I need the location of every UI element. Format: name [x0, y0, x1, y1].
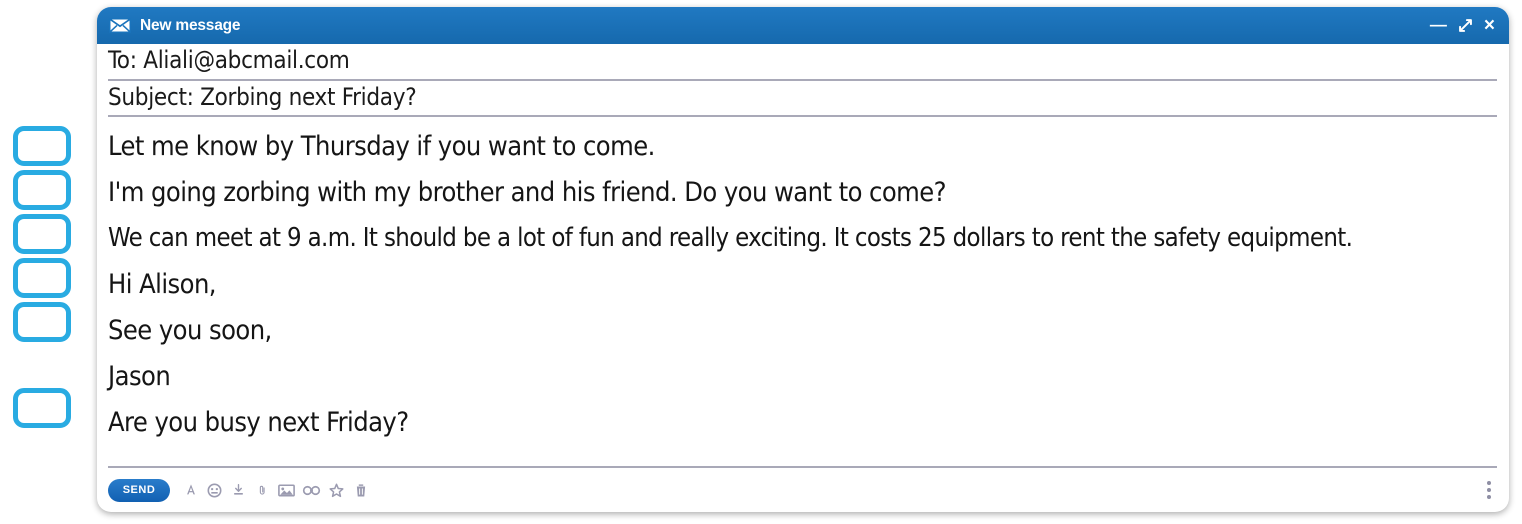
email-compose-window: New message — × To: Aliali@abcmail.com S… — [97, 7, 1509, 512]
emoji-icon[interactable] — [206, 481, 223, 499]
toolbar-icon-group — [182, 481, 369, 499]
window-title-bar: New message — × — [97, 7, 1509, 44]
body-line-1: Let me know by Thursday if you want to c… — [108, 130, 655, 162]
subject-field-value: Subject: Zorbing next Friday? — [108, 82, 417, 111]
to-field-value: To: Aliali@abcmail.com — [108, 46, 350, 74]
body-line-3: We can meet at 9 a.m. It should be a lot… — [108, 222, 1353, 253]
message-body[interactable]: Let me know by Thursday if you want to c… — [97, 117, 1509, 466]
more-options-dot — [1487, 495, 1491, 499]
body-line-4: Hi Alison, — [108, 268, 217, 300]
more-options-dot — [1487, 481, 1491, 485]
checkbox-3[interactable] — [13, 214, 71, 254]
send-button[interactable]: SEND — [108, 478, 170, 502]
paperclip-icon[interactable] — [254, 481, 271, 499]
body-line-6: Jason — [108, 360, 171, 392]
insert-image-icon[interactable] — [278, 481, 295, 499]
delete-icon[interactable] — [352, 481, 369, 499]
star-icon[interactable] — [328, 481, 345, 499]
format-text-icon[interactable] — [182, 481, 199, 499]
window-controls: — × — [1430, 16, 1495, 35]
window-title: New message — [140, 16, 241, 34]
envelope-icon — [109, 18, 131, 33]
attach-download-icon[interactable] — [230, 481, 247, 499]
subject-field-row[interactable]: Subject: Zorbing next Friday? — [108, 81, 1497, 118]
checkbox-6[interactable] — [13, 388, 71, 428]
checkbox-4[interactable] — [13, 258, 71, 298]
maximize-icon[interactable] — [1458, 18, 1473, 33]
more-options-icon[interactable] — [1483, 479, 1495, 501]
body-line-2: I'm going zorbing with my brother and hi… — [108, 176, 947, 208]
compose-toolbar: SEND — [108, 466, 1497, 512]
more-options-dot — [1487, 488, 1491, 492]
checkbox-2[interactable] — [13, 170, 71, 210]
checkbox-1[interactable] — [13, 126, 71, 166]
minimize-icon[interactable]: — — [1430, 16, 1447, 33]
body-line-5: See you soon, — [108, 314, 272, 346]
insert-link-icon[interactable] — [302, 481, 321, 499]
body-line-7: Are you busy next Friday? — [108, 406, 409, 438]
checkbox-5[interactable] — [13, 302, 71, 342]
to-field-row[interactable]: To: Aliali@abcmail.com — [108, 44, 1497, 81]
close-icon[interactable]: × — [1484, 16, 1495, 35]
answer-checkbox-column — [13, 126, 75, 432]
header-fields: To: Aliali@abcmail.com Subject: Zorbing … — [97, 44, 1509, 118]
